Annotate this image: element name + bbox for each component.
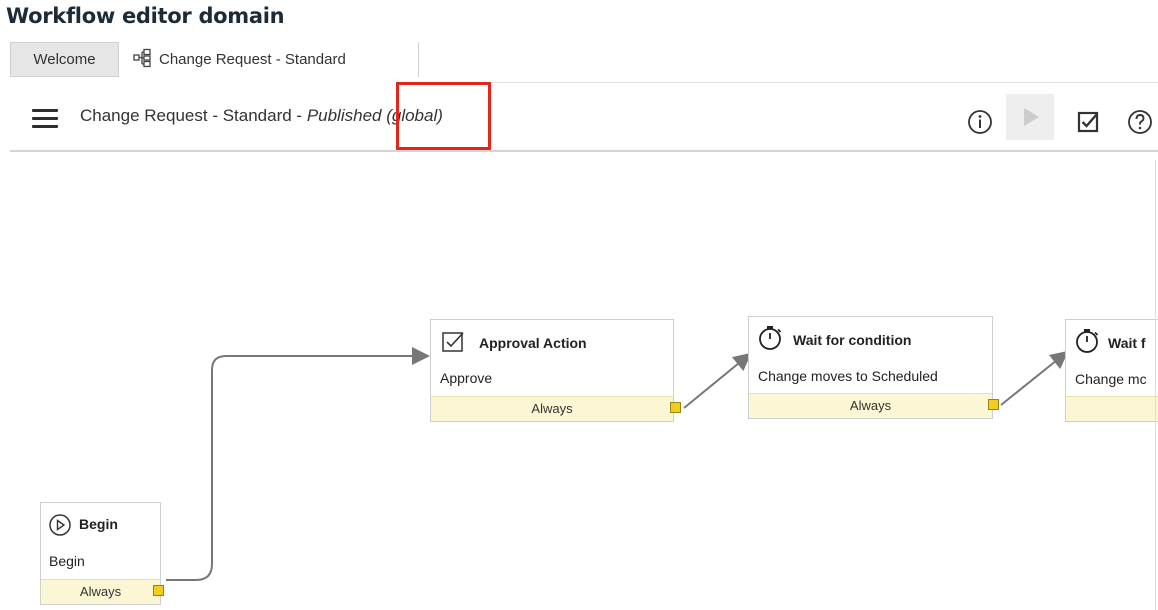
exit-condition: Always: [749, 393, 992, 418]
activity-title: Wait f: [1108, 335, 1146, 351]
help-button[interactable]: [1118, 100, 1158, 144]
validate-icon: [1077, 111, 1099, 133]
page-heading: Workflow editor domain: [6, 4, 285, 28]
exit-port[interactable]: [988, 399, 999, 410]
activity-approval-action[interactable]: Approval Action Approve Always: [430, 319, 674, 422]
activity-begin[interactable]: Begin Begin Always: [40, 502, 161, 605]
workflow-icon: [133, 48, 153, 72]
tab-welcome-label: Welcome: [33, 51, 96, 68]
help-icon: [1128, 110, 1152, 134]
play-circle-icon: [49, 514, 71, 536]
activity-wait-for-condition-2[interactable]: Wait f Change mc: [1065, 319, 1158, 422]
workflow-canvas[interactable]: Begin Begin Always Approval Action Appro…: [0, 152, 1158, 610]
activity-title: Approval Action: [479, 335, 587, 351]
tab-welcome[interactable]: Welcome: [10, 42, 119, 77]
exit-port[interactable]: [153, 585, 164, 596]
tab-divider: [410, 82, 1158, 83]
validate-button[interactable]: [1066, 100, 1110, 144]
title-separator: -: [291, 106, 307, 125]
info-button[interactable]: [958, 100, 1002, 144]
tab-change-request-standard[interactable]: Change Request - Standard: [119, 42, 419, 77]
workflow-name: Change Request - Standard: [80, 106, 292, 125]
activity-description: Change moves to Scheduled: [758, 368, 938, 384]
workflow-title: Change Request - Standard - Published (g…: [80, 106, 443, 126]
run-icon: [1024, 108, 1039, 126]
workflow-state: Published: [306, 106, 382, 125]
workflow-toolbar: Change Request - Standard - Published (g…: [10, 90, 1158, 146]
exit-condition: Always: [41, 579, 160, 604]
exit-port[interactable]: [670, 402, 681, 413]
activity-description: Approve: [440, 370, 493, 386]
activity-title: Begin: [79, 516, 118, 532]
activity-title: Wait for condition: [793, 332, 912, 348]
tab-bar: Welcome Change Request - Standard: [10, 42, 1158, 78]
activity-wait-for-condition[interactable]: Wait for condition Change moves to Sched…: [748, 316, 993, 419]
connector-approval-wait: [683, 352, 752, 409]
highlight-box: [396, 82, 491, 150]
activity-description: Change mc: [1075, 371, 1147, 387]
tab-active-label: Change Request - Standard: [159, 51, 346, 68]
run-button[interactable]: [1006, 94, 1054, 140]
exit-condition: [1066, 396, 1158, 421]
exit-condition: Always: [431, 396, 673, 421]
stopwatch-icon: [759, 326, 782, 350]
menu-icon[interactable]: [32, 109, 58, 129]
canvas-border: [1155, 160, 1156, 610]
stopwatch-icon: [1076, 329, 1099, 353]
info-icon: [968, 110, 992, 134]
connector-wait-wait: [1000, 350, 1069, 406]
activity-description: Begin: [49, 553, 85, 569]
checkbox-icon: [442, 332, 464, 352]
connector-begin-approval: [166, 347, 430, 581]
